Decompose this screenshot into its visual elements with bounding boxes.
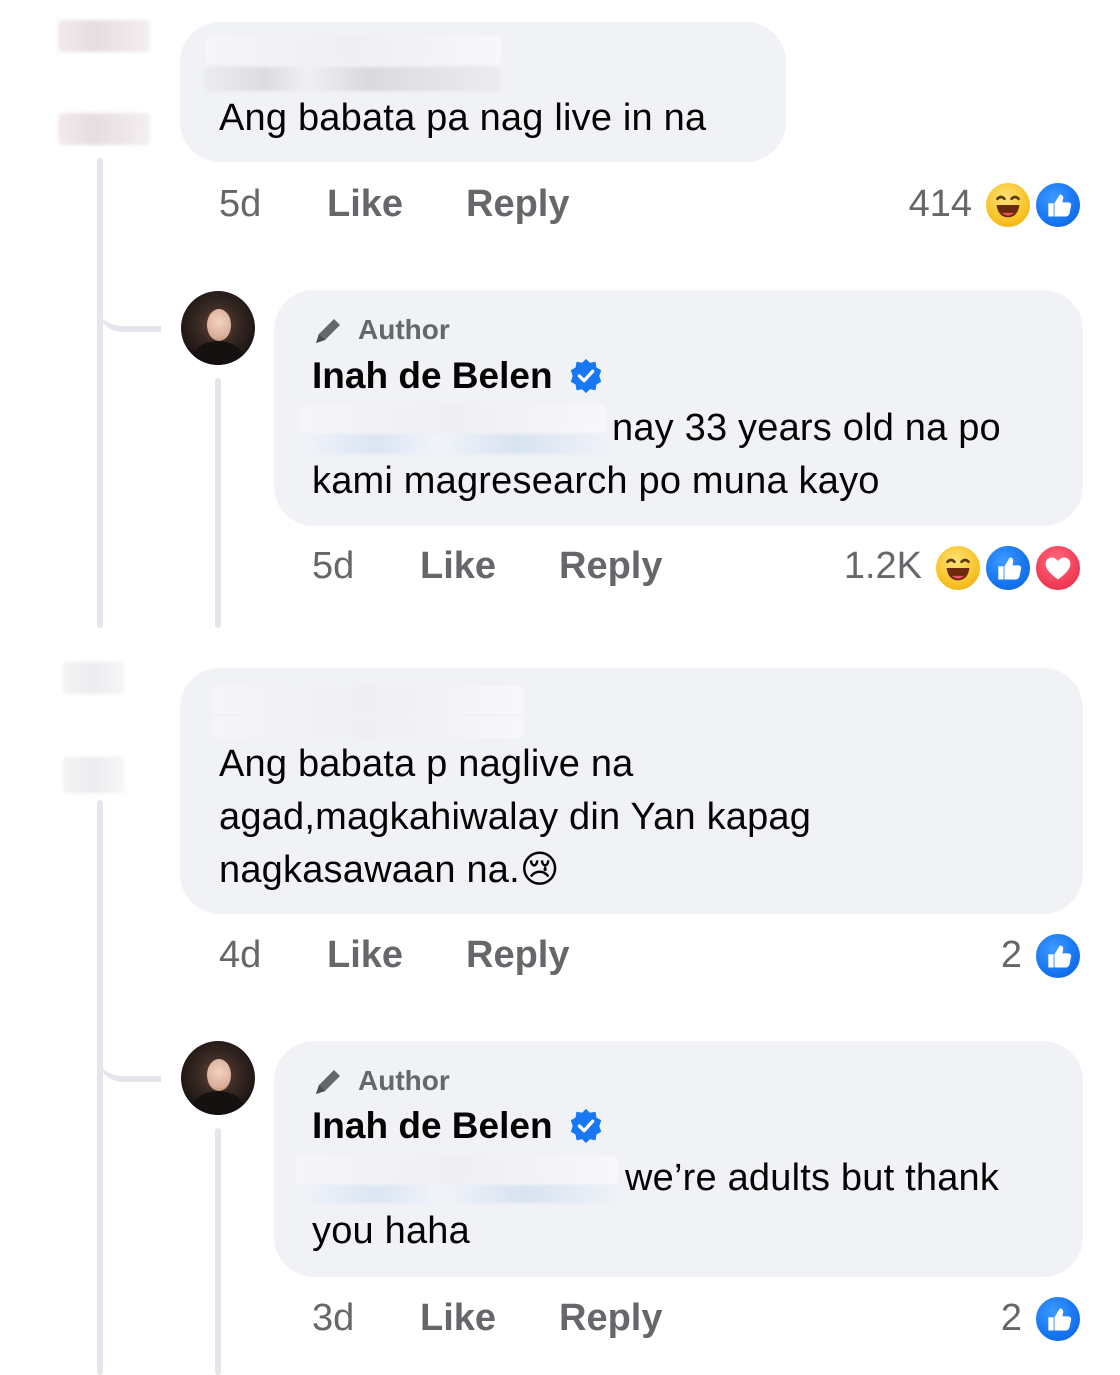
author-avatar[interactable] — [181, 291, 255, 365]
like-icon — [1033, 931, 1083, 981]
thread-line — [97, 800, 103, 1375]
reply-thread-line — [215, 378, 221, 628]
verified-badge-icon — [570, 1108, 601, 1144]
redacted-avatar — [58, 113, 150, 145]
verified-badge-icon — [570, 358, 601, 394]
like-button[interactable]: Like — [327, 934, 403, 977]
haha-icon — [933, 543, 983, 593]
like-button[interactable]: Like — [420, 545, 496, 588]
reaction-count[interactable]: 1.2K — [820, 545, 922, 588]
pencil-icon — [316, 319, 340, 343]
like-icon — [983, 543, 1033, 593]
reply-text: you haha — [312, 1210, 470, 1252]
redacted-username — [205, 67, 501, 91]
comment-text-line: nagkasawaan na. — [219, 849, 520, 891]
thread-connector — [97, 270, 161, 332]
like-button[interactable]: Like — [420, 1297, 496, 1340]
author-badge: Author — [312, 313, 450, 347]
like-icon — [1033, 180, 1083, 230]
redacted-username — [212, 716, 524, 738]
reply-button[interactable]: Reply — [466, 183, 569, 226]
reaction-count[interactable]: 2 — [960, 1297, 1022, 1340]
reply-button[interactable]: Reply — [466, 934, 569, 977]
thread-connector — [97, 1020, 161, 1082]
redacted-mention — [296, 1156, 618, 1184]
author-name-text: Inah de Belen — [312, 1105, 553, 1146]
author-badge-label: Author — [358, 314, 450, 345]
reply-text: we’re adults but thank — [625, 1157, 1000, 1199]
reaction-count[interactable]: 414 — [880, 183, 972, 226]
comment-text: Ang babata pa nag live in na — [219, 97, 707, 139]
redacted-mention — [296, 1185, 618, 1203]
love-icon — [1033, 543, 1083, 593]
author-badge: Author — [312, 1064, 450, 1098]
thread-line — [97, 158, 103, 628]
redacted-username — [212, 686, 524, 714]
redacted-mention — [300, 434, 606, 454]
redacted-avatar — [58, 20, 150, 52]
author-name[interactable]: Inah de Belen — [312, 1105, 605, 1147]
comment-text: nagkasawaan na.😢 — [219, 843, 560, 897]
redacted-mention — [300, 405, 606, 433]
reply-button[interactable]: Reply — [559, 1297, 662, 1340]
like-button[interactable]: Like — [327, 183, 403, 226]
author-name[interactable]: Inah de Belen — [312, 355, 605, 397]
author-badge-label: Author — [358, 1065, 450, 1096]
redacted-avatar — [63, 757, 125, 793]
reply-time[interactable]: 3d — [312, 1297, 354, 1340]
comment-thread: Ang babata pa nag live in na 5d Like Rep… — [0, 0, 1120, 1375]
author-avatar[interactable] — [181, 1041, 255, 1115]
comment-text: Ang babata p naglive na — [219, 743, 634, 785]
comment-time[interactable]: 4d — [219, 934, 261, 977]
reply-text: nay 33 years old na po — [612, 407, 1001, 449]
reply-time[interactable]: 5d — [312, 545, 354, 588]
reply-thread-line — [215, 1128, 221, 1375]
crying-emoji: 😢 — [519, 847, 560, 891]
reaction-count[interactable]: 2 — [960, 934, 1022, 977]
like-icon — [1033, 1294, 1083, 1344]
author-name-text: Inah de Belen — [312, 355, 553, 396]
reply-text: kami magresearch po muna kayo — [312, 460, 880, 502]
redacted-username — [205, 36, 501, 64]
haha-icon — [983, 180, 1033, 230]
comment-time[interactable]: 5d — [219, 183, 261, 226]
redacted-avatar — [63, 662, 125, 694]
pencil-icon — [316, 1070, 340, 1094]
reply-button[interactable]: Reply — [559, 545, 662, 588]
comment-text: agad,magkahiwalay din Yan kapag — [219, 796, 812, 838]
